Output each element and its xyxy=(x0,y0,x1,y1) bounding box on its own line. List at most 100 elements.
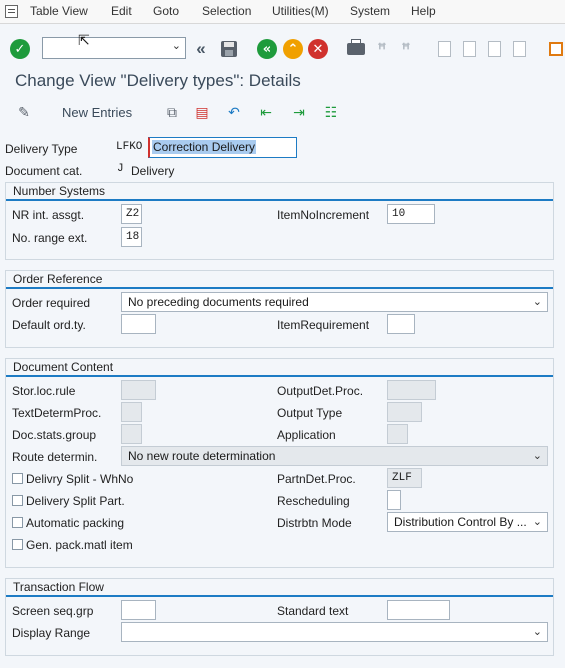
display-change-icon[interactable]: ✎ xyxy=(15,104,33,122)
gen-pack-checkbox[interactable] xyxy=(12,539,23,550)
order-required-dropdown[interactable]: No preceding documents required ⌄ xyxy=(121,292,548,312)
automatic-packing-label: Automatic packing xyxy=(26,516,125,530)
command-field[interactable]: ⌄ xyxy=(42,37,186,59)
rescheduling-field[interactable] xyxy=(387,490,401,510)
chevron-down-icon[interactable]: ⌄ xyxy=(533,295,542,308)
document-cat-desc: Delivery xyxy=(131,164,175,178)
chevron-down-icon[interactable]: ⌄ xyxy=(172,39,181,52)
order-required-label: Order required xyxy=(12,296,91,310)
no-range-ext-field[interactable]: 18 xyxy=(121,227,142,247)
route-determ-dropdown[interactable]: No new route determination ⌄ xyxy=(121,446,548,466)
double-chevron-left-icon[interactable]: « xyxy=(190,38,212,60)
doc-stats-field[interactable] xyxy=(121,424,142,444)
back-icon[interactable]: « xyxy=(256,38,278,60)
chevron-down-icon[interactable]: ⌄ xyxy=(533,449,542,462)
route-determ-label: Route determin. xyxy=(12,450,98,464)
undo-icon[interactable]: ↶ xyxy=(225,104,243,122)
output-type-field[interactable] xyxy=(387,402,422,422)
document-cat-code: J xyxy=(117,163,124,175)
menu-system[interactable]: System xyxy=(350,4,390,18)
delivery-split-part-checkbox[interactable] xyxy=(12,495,23,506)
application-label: Application xyxy=(277,428,336,442)
stor-loc-field[interactable] xyxy=(121,380,156,400)
item-requirement-field[interactable] xyxy=(387,314,415,334)
number-systems-title: Number Systems xyxy=(13,184,106,198)
group-divider xyxy=(6,595,553,597)
output-det-label: OutputDet.Proc. xyxy=(277,384,364,398)
item-requirement-label: ItemRequirement xyxy=(277,318,370,332)
find-next-icon[interactable]: ꟸ xyxy=(395,38,417,60)
group-divider xyxy=(6,375,553,377)
page-title: Change View "Delivery types": Details xyxy=(15,71,301,90)
menu-selection[interactable]: Selection xyxy=(202,4,251,18)
automatic-packing-checkbox[interactable] xyxy=(12,517,23,528)
delivery-type-label: Delivery Type xyxy=(5,142,78,156)
copy-as-icon[interactable]: ⧉ xyxy=(163,104,181,122)
print-icon[interactable] xyxy=(345,38,367,60)
output-det-field[interactable] xyxy=(387,380,436,400)
delete-icon[interactable]: ▤ xyxy=(193,104,211,122)
standard-text-label: Standard text xyxy=(277,604,349,618)
distrbtn-mode-dropdown[interactable]: Distribution Control By ... ⌄ xyxy=(387,512,548,532)
doc-stats-label: Doc.stats.group xyxy=(12,428,97,442)
output-type-label: Output Type xyxy=(277,406,343,420)
distrbtn-mode-label: Distrbtn Mode xyxy=(277,516,352,530)
document-content-title: Document Content xyxy=(13,360,114,374)
partn-det-field[interactable]: ZLF xyxy=(387,468,422,488)
rescheduling-label: Rescheduling xyxy=(277,494,350,508)
menu-help[interactable]: Help xyxy=(411,4,436,18)
next-page-icon[interactable] xyxy=(483,38,505,60)
application-field[interactable] xyxy=(387,424,408,444)
order-required-value: No preceding documents required xyxy=(128,295,309,309)
distrbtn-mode-value: Distribution Control By ... xyxy=(394,515,527,529)
save-icon[interactable] xyxy=(218,38,240,60)
next-entry-icon[interactable]: ⇥ xyxy=(290,104,308,122)
chevron-down-icon[interactable]: ⌄ xyxy=(533,515,542,528)
delivery-type-desc-field[interactable]: Correction Delivery xyxy=(148,137,297,158)
find-icon[interactable]: ꟸ xyxy=(371,38,393,60)
delivery-type-desc: Correction Delivery xyxy=(152,140,257,154)
stor-loc-label: Stor.loc.rule xyxy=(12,384,76,398)
exit-icon[interactable]: ⌃ xyxy=(282,38,304,60)
first-page-icon[interactable] xyxy=(433,38,455,60)
default-ord-label: Default ord.ty. xyxy=(12,318,86,332)
delivery-split-whno-checkbox[interactable] xyxy=(12,473,23,484)
group-divider xyxy=(6,287,553,289)
enter-icon[interactable]: ✓ xyxy=(9,38,31,60)
menu-icon[interactable] xyxy=(5,5,18,18)
gen-pack-label: Gen. pack.matl item xyxy=(26,538,133,552)
menu-table-view[interactable]: Table View xyxy=(30,4,88,18)
screen-seq-label: Screen seq.grp xyxy=(12,604,94,618)
route-determ-value: No new route determination xyxy=(128,449,276,463)
text-determ-label: TextDetermProc. xyxy=(12,406,102,420)
delivery-type-code: LFKO xyxy=(116,141,143,153)
menu-utilities[interactable]: Utilities(M) xyxy=(272,4,329,18)
last-page-icon[interactable] xyxy=(508,38,530,60)
nr-int-label: NR int. assgt. xyxy=(12,208,85,222)
default-ord-field[interactable] xyxy=(121,314,156,334)
cancel-icon[interactable]: ✕ xyxy=(307,38,329,60)
item-no-inc-field[interactable]: 10 xyxy=(387,204,435,224)
standard-text-field[interactable] xyxy=(387,600,450,620)
screen-seq-field[interactable] xyxy=(121,600,156,620)
partn-det-label: PartnDet.Proc. xyxy=(277,472,356,486)
mouse-cursor-icon: ⇱ xyxy=(78,32,90,48)
previous-page-icon[interactable] xyxy=(458,38,480,60)
nr-int-field[interactable]: Z2 xyxy=(121,204,142,224)
menu-goto[interactable]: Goto xyxy=(153,4,179,18)
transaction-flow-title: Transaction Flow xyxy=(13,580,104,594)
new-session-icon[interactable] xyxy=(545,38,565,60)
new-entries-button[interactable]: New Entries xyxy=(62,105,132,120)
delivery-split-whno-label: Delivry Split - WhNo xyxy=(26,472,134,486)
order-reference-title: Order Reference xyxy=(13,272,103,286)
variable-list-icon[interactable]: ☷ xyxy=(322,104,340,122)
menu-bar: Table View Edit Goto Selection Utilities… xyxy=(0,0,565,24)
menu-edit[interactable]: Edit xyxy=(111,4,132,18)
text-determ-field[interactable] xyxy=(121,402,142,422)
item-no-inc-label: ItemNoIncrement xyxy=(277,208,370,222)
display-range-dropdown[interactable]: ⌄ xyxy=(121,622,548,642)
previous-entry-icon[interactable]: ⇤ xyxy=(257,104,275,122)
delivery-split-part-label: Delivery Split Part. xyxy=(26,494,125,508)
group-divider xyxy=(6,199,553,201)
chevron-down-icon[interactable]: ⌄ xyxy=(533,625,542,638)
